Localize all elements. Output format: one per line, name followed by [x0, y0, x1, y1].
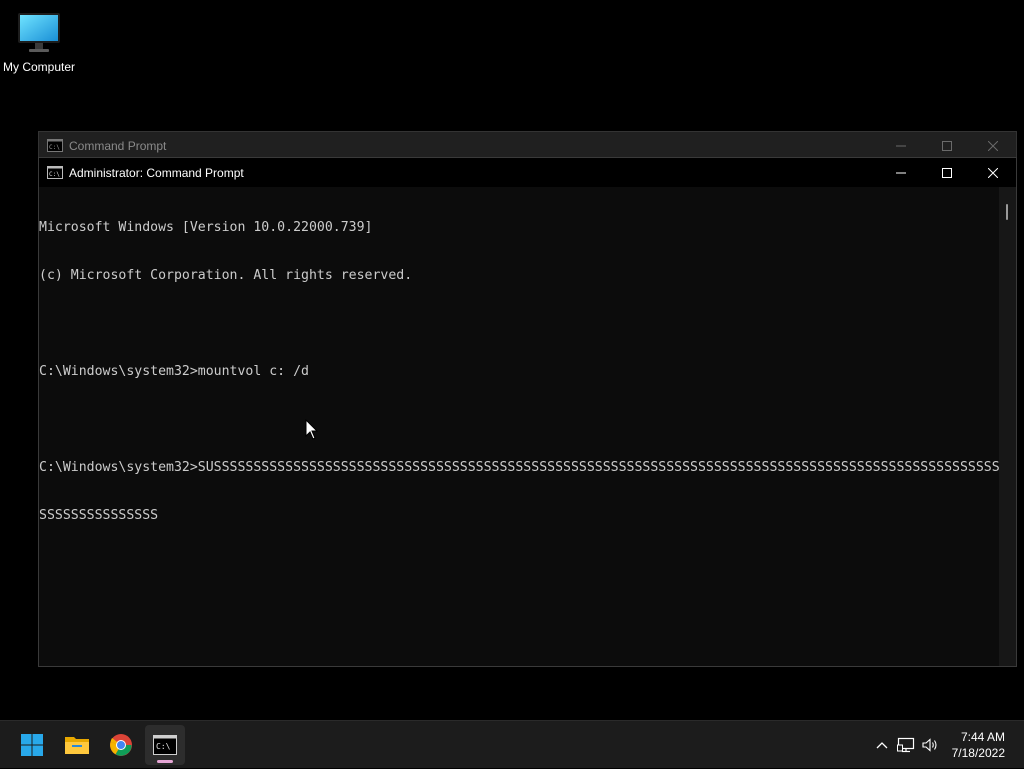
desktop-icon-my-computer[interactable]: My Computer [0, 8, 78, 74]
minimize-icon [896, 172, 906, 173]
taskbar-clock[interactable]: 7:44 AM 7/18/2022 [942, 729, 1024, 761]
close-icon [988, 140, 998, 151]
start-button[interactable] [12, 725, 52, 765]
network-button[interactable] [894, 729, 918, 761]
title-bar[interactable]: C:\ Command Prompt [39, 132, 1016, 159]
svg-text:C:\: C:\ [49, 171, 60, 178]
console-line: Microsoft Windows [Version 10.0.22000.73… [39, 220, 373, 235]
minimize-icon [896, 145, 906, 146]
folder-icon [65, 737, 89, 754]
clock-time: 7:44 AM [960, 730, 1005, 744]
svg-text:C:\: C:\ [49, 144, 60, 151]
minimize-button[interactable] [878, 158, 924, 187]
minimize-button[interactable] [878, 132, 924, 159]
maximize-button[interactable] [924, 132, 970, 159]
volume-icon [922, 738, 937, 752]
network-icon [896, 737, 914, 753]
cmd-window-administrator[interactable]: C:\ Administrator: Command Prompt Micros… [38, 157, 1017, 667]
console-line: C:\Windows\system32>mountvol c: /d [39, 364, 309, 379]
monitor-icon [17, 12, 61, 56]
cmd-icon: C:\ [47, 166, 63, 179]
desktop: My Computer C:\ Command Prompt C:\ Admin… [0, 0, 1024, 720]
close-icon [988, 167, 998, 178]
mouse-pointer-icon [305, 418, 319, 441]
maximize-icon [942, 167, 952, 178]
chevron-up-icon [876, 742, 888, 749]
scrollbar-thumb[interactable] [1006, 204, 1008, 220]
vertical-scrollbar[interactable] [999, 187, 1016, 666]
window-controls [878, 132, 1016, 159]
console-line: SSSSSSSSSSSSSSS [39, 508, 159, 523]
cmd-icon: C:\ [47, 139, 63, 152]
clock-date: 7/18/2022 [951, 746, 1005, 760]
taskbar: C:\ 7:44 AM 7/18/2022 [0, 720, 1024, 768]
title-bar[interactable]: C:\ Administrator: Command Prompt [39, 158, 1016, 187]
volume-button[interactable] [918, 729, 942, 761]
close-button[interactable] [970, 158, 1016, 187]
console-line: C:\Windows\system32>SUSSSSSSSSSSSSSSSSSS… [39, 460, 999, 475]
taskbar-chrome[interactable] [101, 725, 141, 765]
maximize-icon [942, 140, 952, 151]
maximize-button[interactable] [924, 158, 970, 187]
cmd-icon: C:\ [153, 735, 177, 755]
window-title: Administrator: Command Prompt [69, 165, 244, 180]
window-controls [878, 158, 1016, 187]
svg-text:C:\: C:\ [156, 742, 171, 751]
console-output[interactable]: Microsoft Windows [Version 10.0.22000.73… [39, 187, 999, 666]
close-button[interactable] [970, 132, 1016, 159]
desktop-icon-label: My Computer [2, 60, 76, 74]
chrome-icon [110, 734, 132, 756]
console-line: (c) Microsoft Corporation. All rights re… [39, 268, 413, 283]
windows-start-icon [21, 734, 43, 756]
system-tray: 7:44 AM 7/18/2022 [870, 721, 1024, 769]
taskbar-command-prompt[interactable]: C:\ [145, 725, 185, 765]
taskbar-file-explorer[interactable] [57, 725, 97, 765]
show-hidden-icons-button[interactable] [870, 729, 894, 761]
window-title: Command Prompt [69, 138, 167, 153]
active-app-indicator [157, 760, 173, 763]
